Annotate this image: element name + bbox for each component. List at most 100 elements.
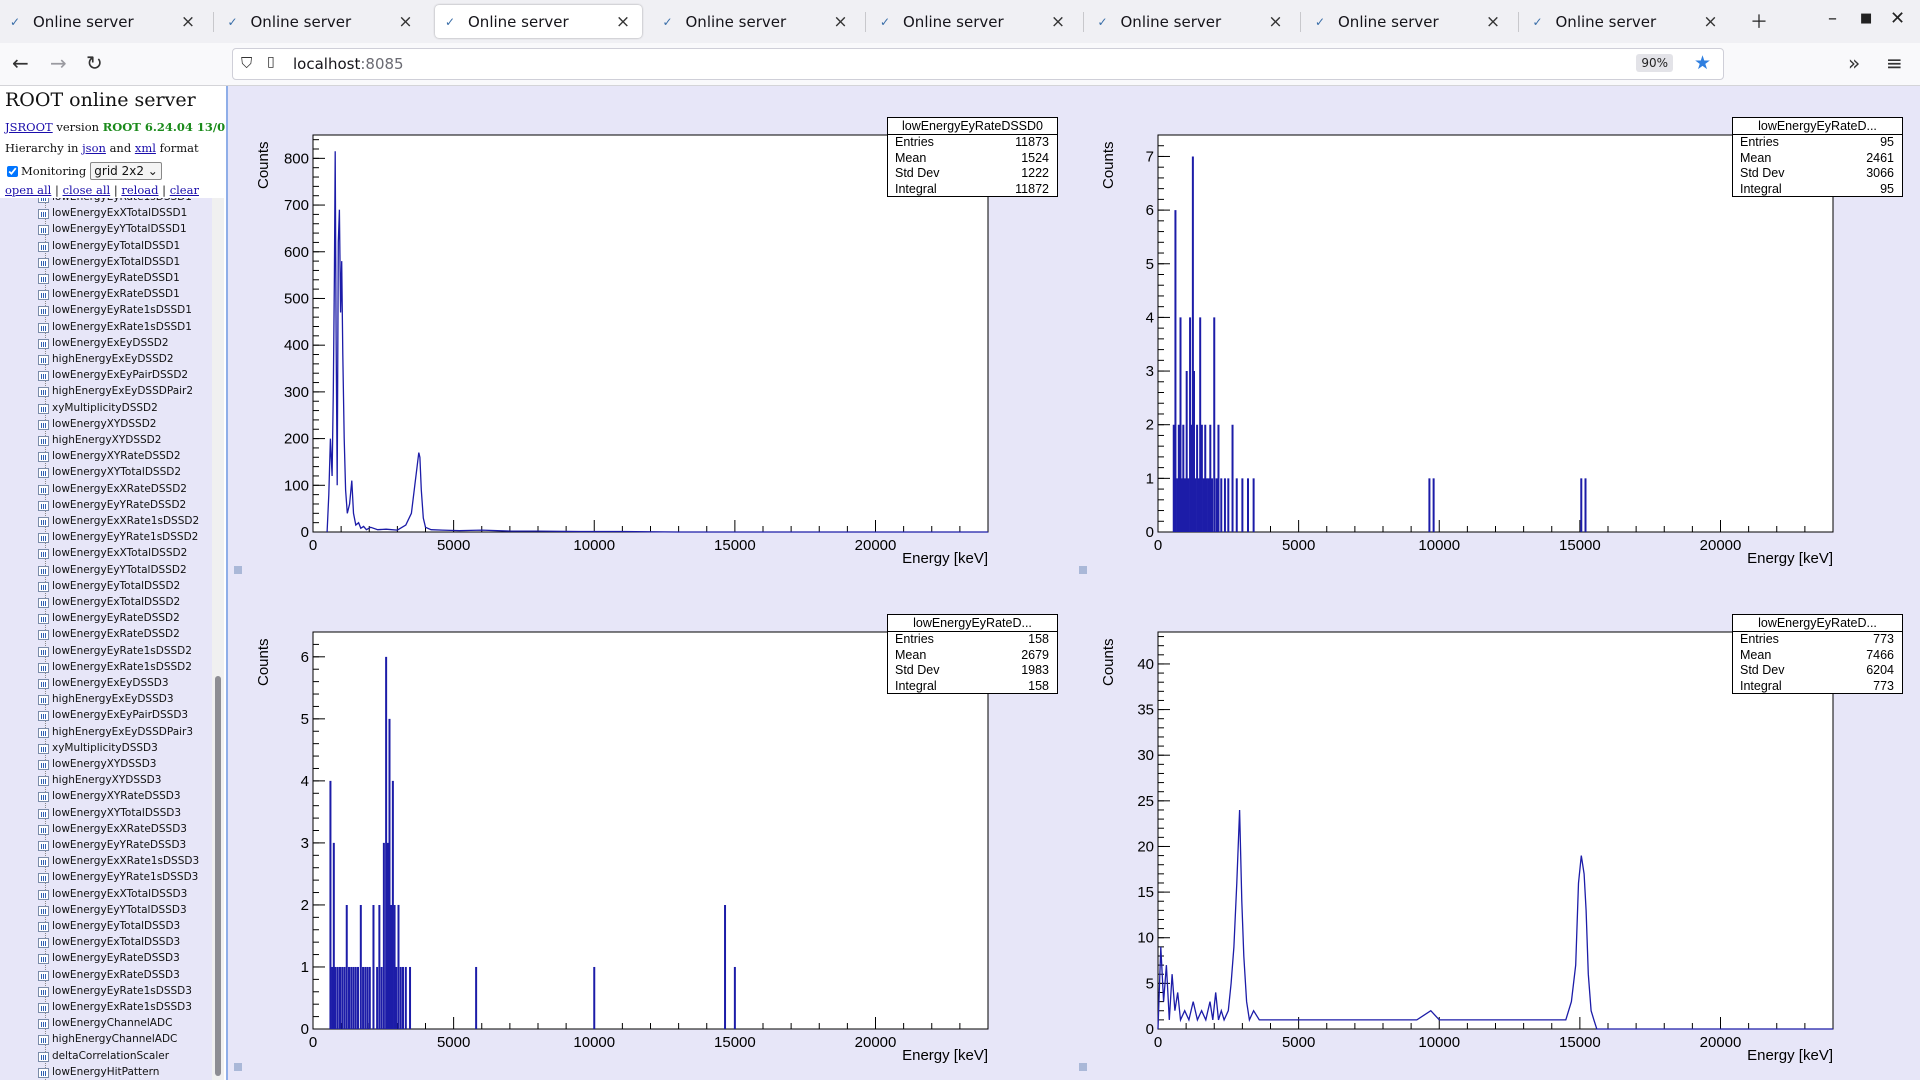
tree-item[interactable]: lowEnergyExXTotalDSSD3 (38, 888, 187, 900)
maximize-window-icon[interactable]: ■ (1860, 11, 1872, 26)
tree-item[interactable]: lowEnergyEyTotalDSSD2 (38, 580, 180, 592)
tree-item[interactable]: lowEnergyEyRate1sDSSD3 (38, 985, 192, 997)
tree-item[interactable]: lowEnergyEyRateDSSD1 (38, 272, 180, 284)
browser-tab[interactable]: ✓ Online server × (870, 5, 1077, 38)
hamburger-menu-icon[interactable]: ≡ (1886, 51, 1903, 75)
tree-item[interactable]: lowEnergyEyRateDSSD3 (38, 952, 180, 965)
tree-item[interactable]: lowEnergyEyYTotalDSSD1 (38, 223, 187, 236)
browser-tab[interactable]: ✓ Online server × (435, 5, 642, 38)
tree-item[interactable]: lowEnergyEyYRate1sDSSD2 (38, 531, 198, 544)
monitoring-checkbox[interactable] (7, 165, 18, 177)
tree-item[interactable]: lowEnergyEyYRateDSSD2 (38, 499, 186, 511)
tree-item[interactable]: highEnergyExEyDSSD2 (38, 353, 174, 365)
close-window-icon[interactable]: ✕ (1890, 8, 1905, 29)
back-arrow-icon[interactable]: ← (12, 51, 29, 75)
tree-item[interactable]: highEnergyXYDSSD2 (38, 434, 161, 446)
tree-item[interactable]: lowEnergyEyRate1sDSSD2 (38, 645, 192, 657)
pad-resize-handle[interactable] (1079, 566, 1087, 574)
close-tab-icon[interactable]: × (177, 12, 199, 32)
tree-item[interactable]: lowEnergyExEyDSSD3 (38, 677, 169, 689)
reload-link[interactable]: reload (121, 183, 158, 197)
tree-item[interactable]: lowEnergyXYDSSD3 (38, 758, 156, 770)
tree-item[interactable]: lowEnergyEyYRateDSSD3 (38, 839, 186, 851)
tree-item[interactable]: lowEnergyExEyPairDSSD3 (38, 709, 188, 722)
tree-item[interactable]: lowEnergyXYTotalDSSD3 (38, 807, 181, 819)
stats-box[interactable]: lowEnergyEyRateDSSD0 Entries 11873 Mean 1524… (887, 117, 1058, 197)
histogram-pad[interactable]: 0 5000 10000 15000 20000 0 5 10 15 20 25 30 35 40 Coun… (1075, 585, 1920, 1075)
close-tab-icon[interactable]: × (830, 12, 852, 32)
tree-item[interactable]: lowEnergyEyRate1sDSSD1 (38, 304, 192, 317)
pad-resize-handle[interactable] (1079, 1063, 1087, 1071)
close-all-link[interactable]: close all (63, 183, 111, 197)
tree-item[interactable]: highEnergyExEyDSSD3 (38, 693, 174, 706)
pad-resize-handle[interactable] (234, 1063, 242, 1071)
tree-item[interactable]: lowEnergyEyYTotalDSSD3 (38, 904, 187, 916)
close-tab-icon[interactable]: × (1482, 12, 1504, 32)
xml-link[interactable]: xml (135, 141, 156, 155)
tree-item[interactable]: lowEnergyEyRateDSSD2 (38, 612, 180, 625)
browser-tab[interactable]: ✓ Online server × (1088, 5, 1295, 38)
jsroot-link[interactable]: JSROOT (5, 120, 53, 134)
tree-item[interactable]: lowEnergyEyYTotalDSSD2 (38, 564, 187, 576)
tree-item[interactable]: lowEnergyExXTotalDSSD1 (38, 207, 187, 220)
tree-item[interactable]: xyMultiplicityDSSD3 (38, 742, 158, 754)
tree-item[interactable]: lowEnergyExXRate1sDSSD2 (38, 515, 199, 527)
tree-item[interactable]: lowEnergyExTotalDSSD2 (38, 596, 180, 608)
tree-item[interactable]: lowEnergyExRateDSSD1 (38, 288, 180, 301)
tree-item[interactable]: highEnergyExEyDSSDPair3 (38, 726, 193, 738)
forward-arrow-icon[interactable]: → (50, 51, 67, 75)
browser-tab[interactable]: ✓ Online server × (653, 5, 860, 38)
tree-item[interactable]: lowEnergyExEyDSSD2 (38, 337, 169, 349)
tree-item[interactable]: lowEnergyXYTotalDSSD2 (38, 466, 181, 479)
clear-link[interactable]: clear (170, 183, 199, 197)
tree-item[interactable]: lowEnergyEyTotalDSSD3 (38, 920, 180, 932)
url-text[interactable]: localhost:8085 (293, 55, 404, 73)
histogram-pad[interactable]: 0 5000 10000 15000 20000 0 1 2 3 4 5 6 7 Counts Energy… (1075, 88, 1920, 578)
tree-item[interactable]: lowEnergyExXRateDSSD2 (38, 483, 187, 495)
reload-icon[interactable]: ↻ (86, 51, 103, 75)
tree-item[interactable]: highEnergyXYDSSD3 (38, 774, 161, 787)
bookmark-star-icon[interactable]: ★ (1694, 52, 1711, 74)
tree-item[interactable]: lowEnergyEyTotalDSSD1 (38, 240, 180, 252)
tree-item[interactable]: lowEnergyExRate1sDSSD3 (38, 1001, 192, 1013)
close-tab-icon[interactable]: × (612, 12, 634, 32)
tree-item[interactable]: lowEnergyHitPattern (38, 1066, 159, 1078)
tree-item[interactable]: highEnergyChannelADC (38, 1033, 177, 1046)
histogram-pad[interactable]: 0 5000 10000 15000 20000 0 1 2 3 4 5 6 Counts Energy … (230, 585, 1075, 1075)
histogram-pad[interactable]: 0 5000 10000 15000 20000 0 100 200 300 400 500 600 7… (230, 88, 1075, 578)
tree-item[interactable]: lowEnergyExEyPairDSSD2 (38, 369, 188, 382)
browser-tab[interactable]: ✓ Online server × (218, 5, 425, 38)
browser-tab[interactable]: ✓ Online server × (1305, 5, 1512, 38)
tree-item[interactable]: lowEnergyExRate1sDSSD2 (38, 661, 192, 673)
browser-tab[interactable]: ✓ Online server × (1523, 5, 1730, 38)
overflow-menu-icon[interactable]: » (1848, 51, 1860, 75)
close-tab-icon[interactable]: × (1047, 12, 1069, 32)
tree-item[interactable]: lowEnergyEyRate1sDSSD1 (38, 198, 192, 203)
tree-item[interactable]: highEnergyExEyDSSDPair2 (38, 385, 193, 398)
tree-item[interactable]: lowEnergyExTotalDSSD1 (38, 256, 180, 268)
open-all-link[interactable]: open all (5, 183, 51, 197)
tree-item[interactable]: lowEnergyXYRateDSSD2 (38, 450, 181, 463)
tree-item[interactable]: xyMultiplicityDSSD2 (38, 402, 158, 414)
shield-icon[interactable]: ⛉ (241, 54, 252, 72)
close-tab-icon[interactable]: × (1700, 12, 1722, 32)
json-link[interactable]: json (82, 141, 106, 155)
pad-resize-handle[interactable] (234, 566, 242, 574)
tree-item[interactable]: deltaCorrelationScaler (38, 1050, 169, 1062)
stats-box[interactable]: lowEnergyEyRateD... Entries 95 Mean 2461 Std … (1732, 117, 1903, 197)
zoom-level-badge[interactable]: 90% (1636, 54, 1673, 72)
tree-item[interactable]: lowEnergyXYRateDSSD3 (38, 790, 181, 803)
stats-box[interactable]: lowEnergyEyRateD... Entries 158 Mean 2679 Std… (887, 614, 1058, 694)
tree-item[interactable]: lowEnergyExXRateDSSD3 (38, 823, 187, 835)
tree-item[interactable]: lowEnergyExTotalDSSD3 (38, 936, 180, 949)
minimize-window-icon[interactable]: – (1828, 8, 1837, 29)
tree-item[interactable]: lowEnergyExXTotalDSSD2 (38, 547, 187, 560)
new-tab-button[interactable]: ＋ (1750, 8, 1768, 34)
tree-item[interactable]: lowEnergyChannelADC (38, 1017, 172, 1030)
tree-item[interactable]: lowEnergyExRateDSSD3 (38, 969, 180, 981)
address-bar[interactable]: ⛉ ▯ localhost:8085 90% ★ (232, 48, 1724, 80)
tree-item[interactable]: lowEnergyXYDSSD2 (38, 418, 156, 430)
close-tab-icon[interactable]: × (395, 12, 417, 32)
layout-select[interactable]: grid 2x2 ⌄ (90, 162, 162, 180)
close-tab-icon[interactable]: × (1265, 12, 1287, 32)
